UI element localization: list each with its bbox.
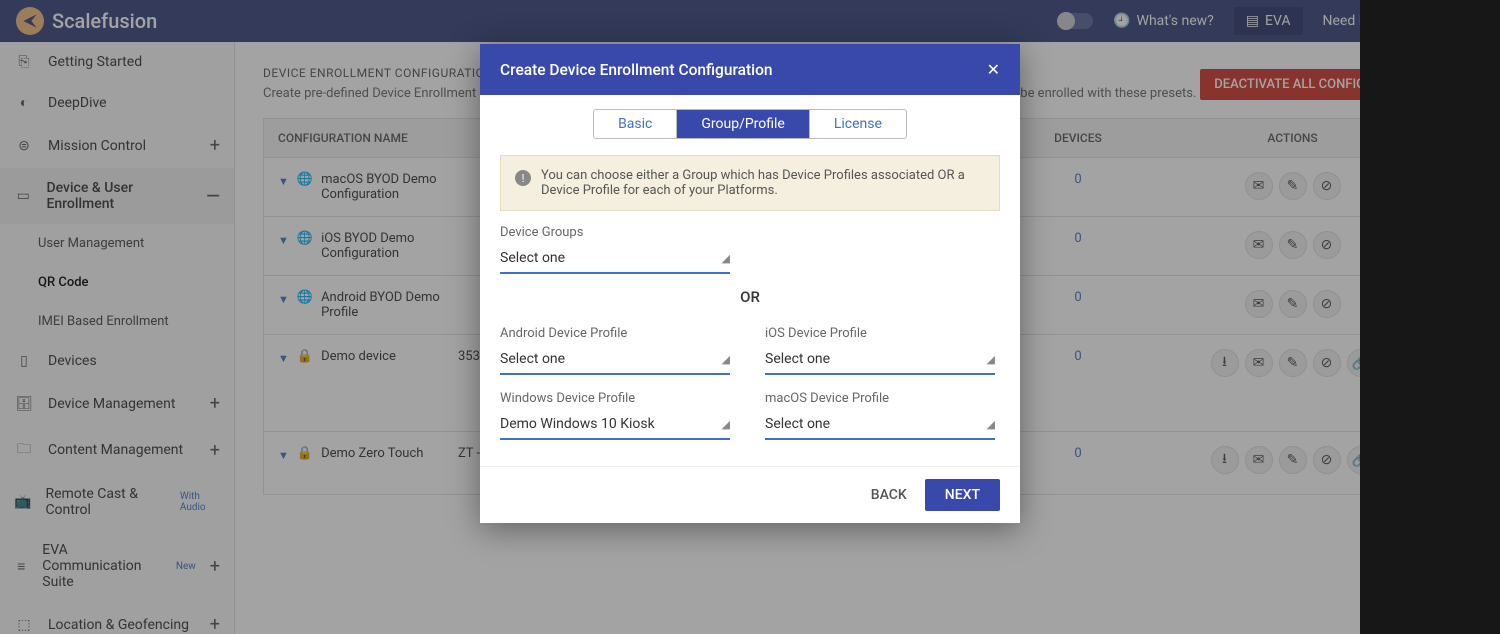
modal-footer: BACK NEXT (480, 466, 1020, 523)
tab-license[interactable]: License (810, 110, 906, 138)
modal-overlay: Create Device Enrollment Configuration ✕… (0, 0, 1500, 634)
info-note: ! You can choose either a Group which ha… (500, 155, 1000, 211)
tab-basic[interactable]: Basic (594, 110, 677, 138)
windows-profile-label: Windows Device Profile (500, 391, 735, 406)
modal-tabs: Basic Group/Profile License (480, 95, 1020, 145)
or-divider: OR (500, 288, 1000, 306)
device-groups-label: Device Groups (500, 225, 1000, 240)
chevron-down-icon: ◢ (987, 353, 995, 366)
chevron-down-icon: ◢ (722, 252, 730, 265)
ios-profile-select[interactable]: Select one◢ (765, 345, 995, 375)
info-icon: ! (515, 170, 531, 186)
close-icon[interactable]: ✕ (987, 60, 1000, 79)
next-button[interactable]: NEXT (925, 479, 1000, 511)
android-profile-label: Android Device Profile (500, 326, 735, 341)
chevron-down-icon: ◢ (722, 418, 730, 431)
create-config-modal: Create Device Enrollment Configuration ✕… (480, 44, 1020, 523)
ios-profile-label: iOS Device Profile (765, 326, 1000, 341)
modal-header: Create Device Enrollment Configuration ✕ (480, 44, 1020, 95)
back-button[interactable]: BACK (871, 487, 907, 503)
macos-profile-label: macOS Device Profile (765, 391, 1000, 406)
tab-group-profile[interactable]: Group/Profile (677, 110, 810, 138)
modal-form: Device Groups Select one◢ OR Android Dev… (480, 225, 1020, 466)
device-groups-select[interactable]: Select one◢ (500, 244, 730, 274)
android-profile-select[interactable]: Select one◢ (500, 345, 730, 375)
modal-title: Create Device Enrollment Configuration (500, 61, 773, 79)
chevron-down-icon: ◢ (987, 418, 995, 431)
windows-profile-select[interactable]: Demo Windows 10 Kiosk◢ (500, 410, 730, 440)
macos-profile-select[interactable]: Select one◢ (765, 410, 995, 440)
chevron-down-icon: ◢ (722, 353, 730, 366)
